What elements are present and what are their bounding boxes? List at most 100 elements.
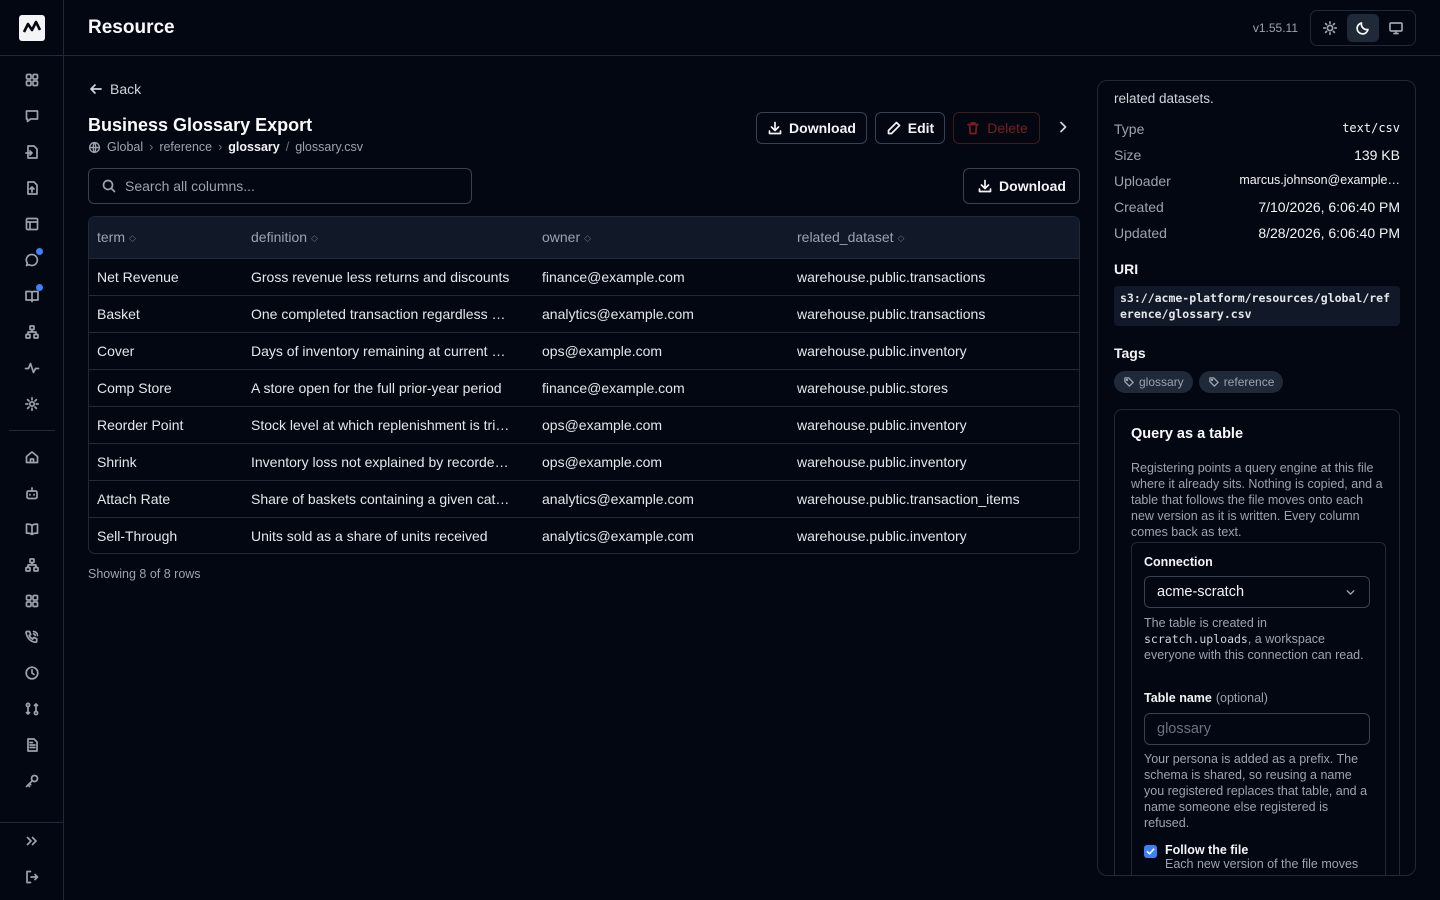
moon-icon[interactable] <box>1347 14 1379 42</box>
logout-icon[interactable] <box>12 859 52 895</box>
table-name-help: Your persona is added as a prefix. The s… <box>1144 752 1368 830</box>
check-icon <box>1146 848 1155 855</box>
edit-button[interactable]: Edit <box>875 112 945 144</box>
cell-owner: finance@example.com <box>542 268 685 285</box>
cell-definition: Share of baskets containing a given cat… <box>251 490 510 507</box>
back-label: Back <box>110 81 142 97</box>
sidebar-divider <box>9 430 55 431</box>
cell-term: Comp Store <box>97 379 172 396</box>
table-row[interactable]: Cover Days of inventory remaining at curr… <box>89 332 1079 369</box>
compare-icon[interactable] <box>12 691 52 727</box>
back-link[interactable]: Back <box>88 81 141 97</box>
uri-value[interactable]: s3://acme-platform/resources/global/refe… <box>1114 286 1400 326</box>
page-title: Business Glossary Export <box>88 115 313 135</box>
trash-icon <box>967 122 980 135</box>
search-input[interactable]: Search all columns... <box>88 168 472 204</box>
meta-created: Created 7/10/2026, 6:06:40 PM <box>1114 199 1400 215</box>
hierarchy-icon[interactable] <box>12 547 52 583</box>
cell-definition: One completed transaction regardless … <box>251 305 506 322</box>
file-upload-icon[interactable] <box>12 170 52 206</box>
activity-icon[interactable] <box>12 350 52 386</box>
description-text: related datasets. <box>1114 91 1214 106</box>
connection-help: The table is created in scratch.uploads,… <box>1144 616 1364 662</box>
cell-definition: Stock level at which replenishment is tr… <box>251 416 510 433</box>
table-download-button[interactable]: Download <box>963 168 1080 204</box>
chat-icon[interactable] <box>12 98 52 134</box>
cell-term: Shrink <box>97 453 137 470</box>
table-row[interactable]: Net Revenue Gross revenue less returns an… <box>89 258 1079 295</box>
details-panel[interactable]: related datasets. Type text/csv Size 139 K… <box>1097 80 1416 876</box>
expand-sidebar-icon[interactable] <box>12 823 52 859</box>
breadcrumb-file: glossary.csv <box>295 140 364 154</box>
query-as-table-card: Query as a table Registering points a qu… <box>1114 409 1400 875</box>
clock-icon[interactable] <box>12 655 52 691</box>
chevron-down-icon <box>1346 589 1355 595</box>
column-header-definition[interactable]: definition ◇ <box>243 217 534 258</box>
follow-file-checkbox[interactable] <box>1144 845 1157 858</box>
key-icon[interactable] <box>12 763 52 799</box>
breadcrumb-scope[interactable]: Global <box>107 140 143 154</box>
chevron-right-icon[interactable] <box>1055 119 1071 135</box>
book-open-icon[interactable] <box>12 511 52 547</box>
hierarchy-icon[interactable] <box>12 314 52 350</box>
delete-button[interactable]: Delete <box>953 112 1040 144</box>
bot-icon[interactable] <box>12 475 52 511</box>
app-logo[interactable] <box>0 0 64 56</box>
download-button[interactable]: Download <box>756 112 867 144</box>
cell-term: Reorder Point <box>97 416 184 433</box>
column-header-term[interactable]: term ◇ <box>89 217 243 258</box>
table-row[interactable]: Shrink Inventory loss not explained by re… <box>89 443 1079 480</box>
cell-owner: ops@example.com <box>542 342 663 359</box>
sidebar-nav-primary <box>0 62 64 799</box>
column-header-owner[interactable]: owner ◇ <box>534 217 789 258</box>
query-description: Registering points a query engine at thi… <box>1131 461 1383 539</box>
connection-select[interactable]: acme-scratch <box>1144 576 1370 608</box>
grid-icon[interactable] <box>12 62 52 98</box>
cell-term: Basket <box>97 305 140 322</box>
download-label: Download <box>789 120 856 136</box>
search-icon <box>102 179 116 193</box>
home-icon[interactable] <box>12 439 52 475</box>
tags-label: Tags <box>1114 345 1146 361</box>
cell-related-dataset: warehouse.public.inventory <box>797 416 967 433</box>
breadcrumb: Global › reference › glossary / glossary… <box>88 140 363 154</box>
connection-section: Connection acme-scratch The table is cre… <box>1131 542 1386 875</box>
table-row[interactable]: Reorder Point Stock level at which replen… <box>89 406 1079 443</box>
document-icon[interactable] <box>12 727 52 763</box>
monitor-icon[interactable] <box>1381 14 1412 42</box>
section-title: Resource <box>88 17 175 38</box>
table-row[interactable]: Comp Store A store open for the full prio… <box>89 369 1079 406</box>
phone-icon[interactable] <box>12 619 52 655</box>
book-icon[interactable] <box>12 278 52 314</box>
cell-related-dataset: warehouse.public.transaction_items <box>797 490 1020 507</box>
breadcrumb-level1[interactable]: reference <box>159 140 212 154</box>
table-name-label: Table name (optional) <box>1144 691 1268 705</box>
uri-label: URI <box>1114 261 1139 277</box>
tag-chip[interactable]: glossary <box>1114 371 1193 393</box>
table-row[interactable]: Sell-Through Units sold as a share of uni… <box>89 517 1079 553</box>
meta-type: Type text/csv <box>1114 121 1400 137</box>
version-label: v1.55.11 <box>1252 21 1298 35</box>
chevron-right-icon: › <box>218 140 223 154</box>
table-row[interactable]: Basket One completed transaction regardle… <box>89 295 1079 332</box>
cell-term: Cover <box>97 342 135 359</box>
follow-file-label: Follow the file <box>1165 843 1249 857</box>
tag-chip[interactable]: reference <box>1198 371 1284 393</box>
file-import-icon[interactable] <box>12 134 52 170</box>
cell-term: Net Revenue <box>97 268 179 285</box>
cell-definition: Units sold as a share of units received <box>251 527 488 544</box>
grid-icon[interactable] <box>12 583 52 619</box>
table-row[interactable]: Attach Rate Share of baskets containing a… <box>89 480 1079 517</box>
table-icon[interactable] <box>12 206 52 242</box>
cell-definition: Days of inventory remaining at current … <box>251 342 506 359</box>
sun-icon[interactable] <box>1314 14 1345 42</box>
breadcrumb-level2[interactable]: glossary <box>228 140 279 154</box>
settings-icon[interactable] <box>12 386 52 422</box>
column-header-related-dataset[interactable]: related_dataset ◇ <box>789 217 1079 258</box>
chat-bubble-icon[interactable] <box>12 242 52 278</box>
download-icon <box>978 179 992 193</box>
breadcrumb-slash: / <box>285 140 290 154</box>
search-placeholder: Search all columns... <box>125 178 255 194</box>
table-name-input[interactable]: glossary <box>1144 713 1370 745</box>
follow-file-option[interactable]: Follow the file Each new version of the … <box>1144 843 1358 871</box>
